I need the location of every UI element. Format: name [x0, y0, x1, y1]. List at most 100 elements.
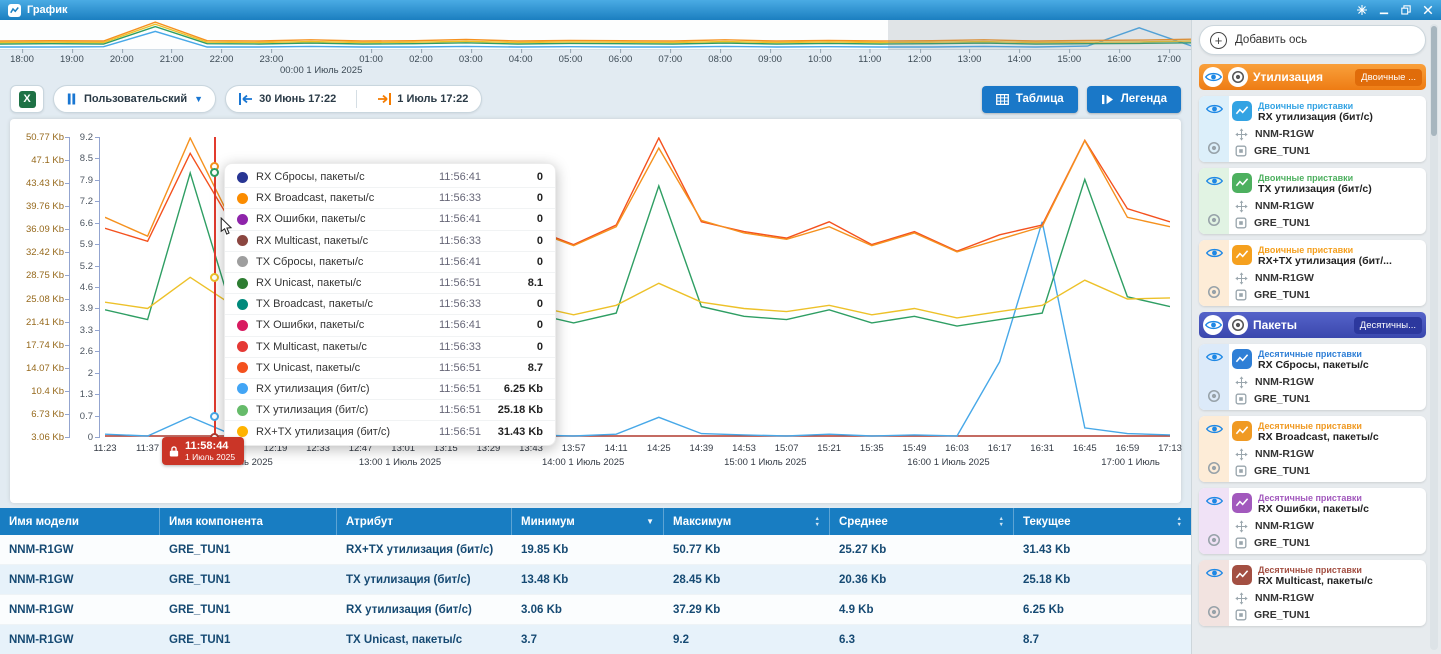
x-axis-time-label: 14:25: [646, 443, 671, 454]
series-group-header[interactable]: Пакеты Десятичны...: [1199, 312, 1426, 338]
add-axis-button[interactable]: + Добавить ось: [1199, 25, 1426, 55]
target-icon[interactable]: [1207, 213, 1221, 227]
series-color-dot: [237, 256, 248, 268]
period-dropdown[interactable]: Пользовательский ▼: [53, 85, 217, 113]
target-icon[interactable]: [1207, 533, 1221, 547]
minimize-icon[interactable]: [1379, 5, 1389, 15]
move-icon[interactable]: [1235, 447, 1248, 461]
eye-icon[interactable]: [1205, 103, 1223, 115]
y-axis-kb-label: 10.4 Kb: [31, 385, 64, 397]
series-item[interactable]: Десятичные приставки RX Сбросы, пакеты/с N…: [1199, 344, 1426, 410]
eye-icon[interactable]: [1205, 495, 1223, 507]
series-item[interactable]: Десятичные приставки RX Ошибки, пакеты/с N…: [1199, 488, 1426, 554]
x-axis-time-label: 15:07: [774, 443, 799, 454]
group-prefix-badge[interactable]: Двоичные ...: [1355, 68, 1422, 86]
target-icon[interactable]: [1228, 315, 1248, 335]
table-cell: GRE_TUN1: [169, 633, 231, 646]
column-header-label: Имя модели: [9, 515, 79, 528]
column-header[interactable]: Текущее ▲ ▼: [1014, 508, 1191, 535]
x-axis-time-label: 16:31: [1030, 443, 1055, 454]
table-body: NNM-R1GW GRE_TUN1 RX+TX утилизация (бит/с)…: [0, 535, 1191, 654]
series-component-label: GRE_TUN1: [1254, 393, 1311, 405]
range-start-button[interactable]: 30 Июнь 17:22: [226, 86, 349, 112]
overview-time-label: 07:00: [658, 49, 682, 65]
tooltip-series-time: 11:56:33: [438, 234, 481, 247]
column-header[interactable]: Минимум ▼: [512, 508, 664, 535]
move-icon[interactable]: [1235, 271, 1248, 285]
target-icon[interactable]: [1228, 67, 1248, 87]
move-icon[interactable]: [1235, 127, 1248, 141]
series-component-label: GRE_TUN1: [1254, 217, 1311, 229]
move-icon[interactable]: [1235, 519, 1248, 533]
eye-icon[interactable]: [1203, 315, 1223, 335]
table-row[interactable]: NNM-R1GW GRE_TUN1 RX+TX утилизация (бит/с)…: [0, 535, 1191, 565]
series-chart-icon: [1232, 245, 1252, 265]
target-icon[interactable]: [1207, 389, 1221, 403]
column-header[interactable]: Среднее ▲ ▼: [830, 508, 1014, 535]
column-header[interactable]: Атрибут: [337, 508, 512, 535]
locked-time-badge[interactable]: 11:58:44 1 Июль 2025: [162, 437, 245, 465]
sidebar-scrollbar[interactable]: [1430, 24, 1438, 650]
overview-timeline[interactable]: 18:00 19:00 20:00 21:00 22:00 23:00 01:00 02:00…: [0, 20, 1191, 78]
tooltip-series-label: TX Broadcast, пакеты/с: [256, 298, 374, 311]
series-color-dot: [237, 341, 248, 353]
table-cell: 31.43 Kb: [1023, 543, 1071, 556]
range-end-button[interactable]: 1 Июль 17:22: [364, 86, 481, 112]
time-cursor-line[interactable]: [214, 137, 216, 440]
table-row[interactable]: NNM-R1GW GRE_TUN1 TX утилизация (бит/с) 13.…: [0, 565, 1191, 595]
series-item[interactable]: Десятичные приставки RX Broadcast, пакеты…: [1199, 416, 1426, 482]
table-cell: GRE_TUN1: [169, 543, 231, 556]
export-excel-button[interactable]: X: [10, 85, 44, 113]
column-header[interactable]: Максимум ▲ ▼: [664, 508, 830, 535]
column-header[interactable]: Имя модели: [0, 508, 160, 535]
group-prefix-badge[interactable]: Десятичны...: [1353, 316, 1422, 334]
eye-icon[interactable]: [1205, 351, 1223, 363]
tooltip-series-time: 11:56:51: [438, 404, 481, 417]
sidebar-scrollbar-thumb[interactable]: [1431, 26, 1437, 136]
eye-icon[interactable]: [1205, 423, 1223, 435]
table-button[interactable]: Таблица: [981, 85, 1078, 113]
x-axis-time-label: 15:21: [817, 443, 842, 454]
eye-icon[interactable]: [1205, 175, 1223, 187]
series-item[interactable]: Двоичные приставки RX утилизация (бит/с) N…: [1199, 96, 1426, 162]
series-model-label: NNM-R1GW: [1255, 448, 1314, 460]
move-icon[interactable]: [1235, 591, 1248, 605]
target-icon[interactable]: [1207, 141, 1221, 155]
tooltip-series-value: 8.7: [527, 361, 543, 374]
series-group-header[interactable]: Утилизация Двоичные ...: [1199, 64, 1426, 90]
eye-icon[interactable]: [1203, 67, 1223, 87]
legend-button[interactable]: Легенда: [1086, 85, 1181, 113]
restore-icon[interactable]: [1401, 5, 1411, 15]
period-dropdown-label: Пользовательский: [84, 93, 188, 105]
y-axis-kb-label: 25.08 Kb: [25, 293, 64, 305]
series-name: RX Broadcast, пакеты/с: [1258, 431, 1379, 443]
target-icon[interactable]: [1207, 461, 1221, 475]
target-icon[interactable]: [1207, 605, 1221, 619]
series-model-label: NNM-R1GW: [1255, 128, 1314, 140]
pin-icon[interactable]: [1357, 5, 1367, 15]
eye-icon[interactable]: [1205, 247, 1223, 259]
group-title: Утилизация: [1253, 70, 1323, 84]
column-header[interactable]: Имя компонента: [160, 508, 337, 535]
series-item[interactable]: Двоичные приставки RX+TX утилизация (бит/…: [1199, 240, 1426, 306]
target-icon[interactable]: [1207, 285, 1221, 299]
excel-icon: X: [18, 90, 36, 108]
pause-icon: [66, 93, 77, 105]
y-axis-kb-label: 17.74 Kb: [25, 339, 64, 351]
series-item[interactable]: Десятичные приставки RX Multicast, пакеты…: [1199, 560, 1426, 626]
y-axis-kb-label: 50.77 Kb: [25, 132, 64, 143]
x-axis-time-label: 16:45: [1072, 443, 1097, 454]
move-icon[interactable]: [1235, 375, 1248, 389]
tooltip-series-label: RX Multicast, пакеты/с: [256, 234, 369, 247]
tooltip-series-time: 11:56:41: [438, 213, 481, 226]
series-item[interactable]: Двоичные приставки TX утилизация (бит/с) N…: [1199, 168, 1426, 234]
tooltip-series-label: RX+TX утилизация (бит/с): [256, 425, 391, 438]
close-icon[interactable]: [1423, 5, 1433, 15]
eye-icon[interactable]: [1205, 567, 1223, 579]
table-row[interactable]: NNM-R1GW GRE_TUN1 RX утилизация (бит/с) 3.0…: [0, 595, 1191, 625]
move-icon[interactable]: [1235, 199, 1248, 213]
table-row[interactable]: NNM-R1GW GRE_TUN1 TX Unicast, пакеты/с 3.7 9…: [0, 625, 1191, 654]
main-chart[interactable]: RX Сбросы, пакеты/с 11:56:41 0 RX Broadcast…: [10, 119, 1182, 503]
y-axis-kb-label: 39.76 Kb: [25, 201, 64, 213]
x-axis-time-label: 13:57: [561, 443, 586, 454]
